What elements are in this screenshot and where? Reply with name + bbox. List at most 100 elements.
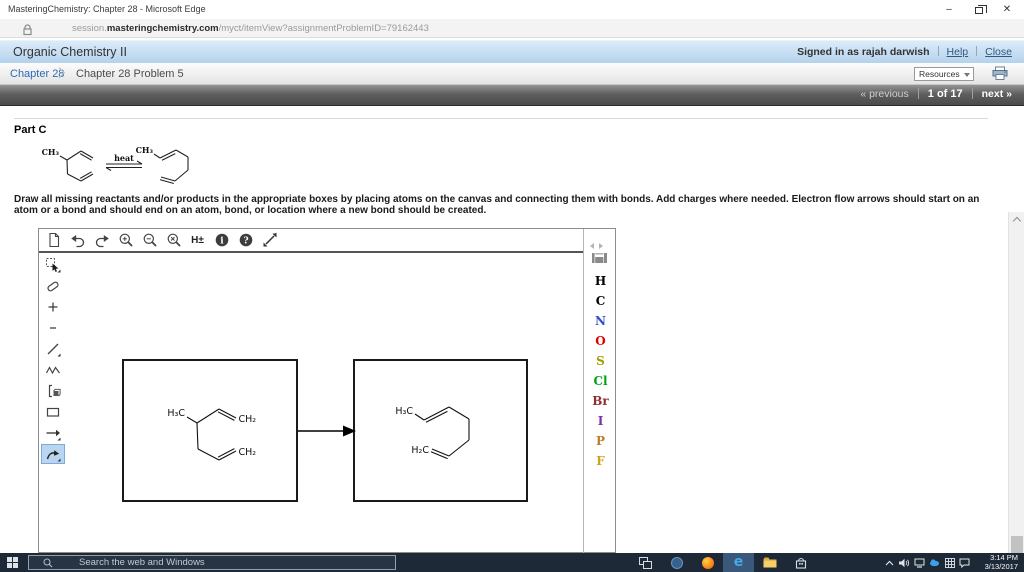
fullscreen-button[interactable] — [260, 231, 279, 249]
clock-date: 3/13/2017 — [984, 561, 1018, 571]
chain-tool[interactable] — [41, 360, 65, 380]
new-document-button[interactable] — [44, 231, 63, 249]
reactant-vinyl-bottom-label: CH₂ — [239, 447, 257, 458]
breadcrumb-bar: Chapter 28 Chapter 28 Problem 5 Resource… — [0, 63, 1024, 85]
scroll-right-icon[interactable] — [599, 243, 603, 249]
folder-icon — [763, 557, 776, 568]
element-palette: H C N O S Cl Br I P F — [583, 229, 616, 554]
minimize-button[interactable]: – — [938, 3, 960, 17]
page-scrollbar[interactable] — [1008, 212, 1024, 572]
bond-tool[interactable] — [41, 339, 65, 359]
periodic-table-icon — [592, 253, 607, 263]
electron-flow-arrow-tool[interactable] — [41, 444, 65, 464]
instructions-text: Draw all missing reactants and/or produc… — [14, 194, 980, 216]
undo-icon — [70, 235, 84, 248]
zoom-out-button[interactable] — [140, 231, 159, 249]
help-link[interactable]: Help — [947, 46, 969, 58]
element-button-C[interactable]: C — [584, 291, 617, 311]
scrollbar-up-arrow[interactable] — [1009, 212, 1024, 226]
problem-content: Part C CH₃ CH₃ heat Draw all missing rea… — [0, 106, 1024, 572]
element-button-N[interactable]: N — [584, 311, 617, 331]
editor-toolbar: H± i ? — [39, 229, 583, 253]
next-button[interactable]: next » — [982, 88, 1012, 100]
firefox-icon — [701, 556, 714, 569]
close-window-button[interactable]: ✕ — [996, 3, 1018, 17]
element-button-O[interactable]: O — [584, 331, 617, 351]
redo-button[interactable] — [92, 231, 111, 249]
chem-drawing-widget: H± i ? H C N O S Cl Br I P F H₃C CH₂ CH₂… — [38, 228, 616, 554]
redo-icon — [95, 235, 109, 248]
resources-label: Resources — [919, 69, 960, 79]
lock-icon[interactable] — [22, 23, 33, 41]
element-button-Cl[interactable]: Cl — [584, 371, 617, 391]
divider — [14, 118, 988, 119]
previous-button[interactable]: « previous — [860, 88, 908, 100]
periodic-table-button[interactable] — [592, 251, 607, 269]
start-button[interactable] — [7, 557, 19, 569]
undo-button[interactable] — [68, 231, 87, 249]
drawing-canvas[interactable]: H₃C CH₂ CH₂ H₃C H₂C — [66, 255, 584, 554]
rectangle-tool[interactable] — [41, 402, 65, 422]
hydrogens-toggle-button[interactable]: H± — [188, 231, 207, 249]
edge-button[interactable]: e — [723, 553, 754, 572]
store-bag-icon — [795, 557, 806, 569]
element-button-P[interactable]: P — [584, 431, 617, 451]
task-view-button[interactable] — [630, 553, 661, 572]
url-text[interactable]: session.masteringchemistry.com/myct/item… — [72, 23, 429, 34]
divider — [917, 88, 919, 99]
taskbar-search[interactable]: Search the web and Windows — [28, 555, 396, 570]
select-tool[interactable] — [41, 255, 65, 275]
restore-button[interactable] — [968, 3, 990, 17]
help-button[interactable]: ? — [236, 231, 255, 249]
eraser-icon — [47, 281, 59, 292]
windows-logo-icon — [7, 557, 12, 562]
print-button[interactable] — [992, 66, 1008, 86]
search-placeholder: Search the web and Windows — [79, 557, 205, 568]
course-header: Organic Chemistry II Signed in as rajah … — [0, 40, 1024, 63]
element-button-I[interactable]: I — [584, 411, 617, 431]
restore-icon — [975, 5, 987, 14]
close-link[interactable]: Close — [985, 46, 1012, 58]
element-button-H[interactable]: H — [584, 271, 617, 291]
onedrive-cloud-icon[interactable] — [929, 557, 940, 569]
tray-chevron-up-icon[interactable] — [884, 557, 895, 569]
url-path: /myct/itemView?assignmentProblemID=79162… — [218, 23, 429, 34]
tool-palette — [39, 255, 66, 465]
zoom-reset-button[interactable] — [164, 231, 183, 249]
charge-minus-tool[interactable] — [41, 318, 65, 338]
printer-icon — [992, 66, 1008, 80]
element-button-S[interactable]: S — [584, 351, 617, 371]
signed-in-text: Signed in as rajah darwish — [797, 46, 930, 58]
taskbar: Search the web and Windows e 3:14 PM 3/1… — [0, 553, 1024, 572]
taskbar-clock[interactable]: 3:14 PM 3/13/2017 — [984, 553, 1018, 571]
reaction-arrow-tool[interactable] — [41, 423, 65, 443]
browser-globe-button[interactable] — [661, 553, 692, 572]
course-title: Organic Chemistry II — [13, 45, 127, 59]
scheme-condition-label: heat — [114, 153, 134, 163]
firefox-button[interactable] — [692, 553, 723, 572]
grid-icon[interactable] — [944, 557, 955, 569]
scroll-left-icon[interactable] — [590, 243, 594, 249]
action-center-icon[interactable] — [959, 557, 970, 569]
network-icon[interactable] — [914, 557, 925, 569]
address-bar[interactable]: session.masteringchemistry.com/myct/item… — [0, 19, 1024, 38]
charge-plus-tool[interactable] — [41, 297, 65, 317]
bracket-tool[interactable] — [41, 381, 65, 401]
element-button-F[interactable]: F — [584, 451, 617, 471]
reaction-arrow — [298, 425, 356, 437]
marquee-select-icon — [46, 258, 61, 273]
eraser-tool[interactable] — [41, 276, 65, 296]
reactant-methyl-label: H₃C — [167, 408, 185, 419]
info-button[interactable]: i — [212, 231, 231, 249]
store-button[interactable] — [785, 553, 816, 572]
file-explorer-button[interactable] — [754, 553, 785, 572]
resources-dropdown[interactable]: Resources — [914, 67, 974, 81]
window-titlebar: MasteringChemistry: Chapter 28 - Microso… — [0, 0, 1024, 19]
zoom-in-button[interactable] — [116, 231, 135, 249]
zoom-out-icon — [143, 233, 157, 247]
edge-icon: e — [733, 554, 744, 570]
volume-icon[interactable] — [899, 557, 910, 569]
element-button-Br[interactable]: Br — [584, 391, 617, 411]
zoom-reset-icon — [167, 233, 181, 247]
reaction-scheme: CH₃ CH₃ heat — [42, 145, 189, 185]
